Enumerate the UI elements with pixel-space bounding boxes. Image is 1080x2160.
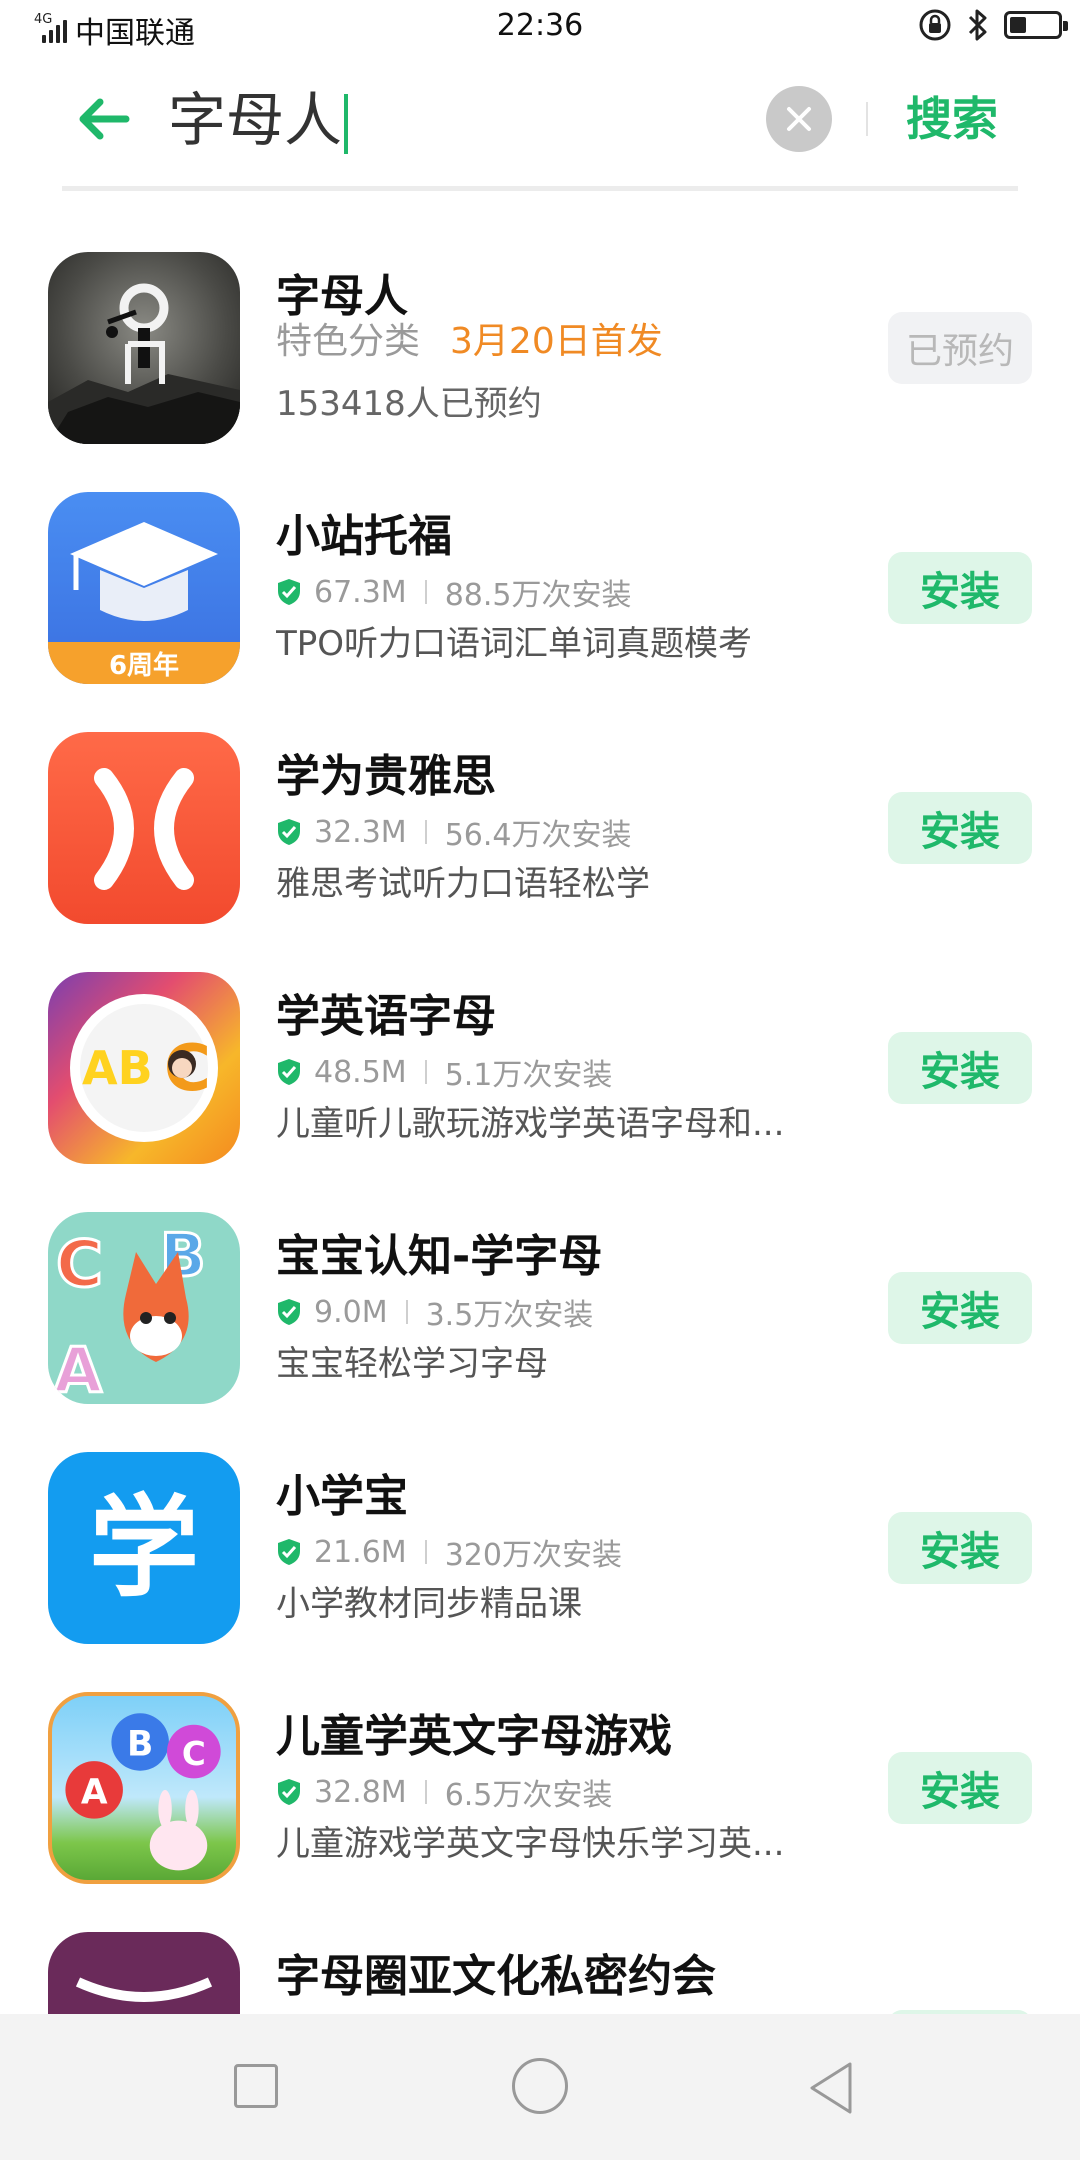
meta-divider xyxy=(424,1780,427,1804)
verified-shield-icon xyxy=(278,1299,300,1325)
app-size: 67.3M xyxy=(314,574,407,610)
app-size: 32.3M xyxy=(314,814,407,850)
close-icon xyxy=(787,107,811,131)
install-count: 56.4万次安装 xyxy=(444,818,632,853)
install-button[interactable]: 安装 xyxy=(888,792,1032,864)
app-description: 雅思考试听力口语轻松学 xyxy=(276,864,650,904)
app-meta: 9.0M 3.5万次安装 xyxy=(276,1290,593,1334)
verified-shield-icon xyxy=(278,579,300,605)
app-description: 小学教材同步精品课 xyxy=(276,1584,582,1624)
app-meta: 48.5M 5.1万次安装 xyxy=(276,1050,612,1094)
app-size: 32.8M xyxy=(314,1774,407,1810)
list-item[interactable]: 学为贵雅思 32.3M 56.4万次安装 雅思考试听力口语轻松学 安装 xyxy=(0,710,1080,950)
app-size: 9.0M xyxy=(314,1294,388,1330)
meta-divider xyxy=(424,1540,427,1564)
app-meta: 特色分类 3月20日首发 xyxy=(276,312,663,364)
install-button[interactable]: 安装 xyxy=(888,552,1032,624)
search-underline xyxy=(62,186,1018,191)
install-count: 88.5万次安装 xyxy=(444,578,632,613)
list-item[interactable]: 字母人 特色分类 3月20日首发 153418人已预约 已预约 xyxy=(0,230,1080,470)
app-name: 儿童学英文字母游戏 xyxy=(276,1711,672,1762)
search-results-list: 字母人 特色分类 3月20日首发 153418人已预约 已预约 6周年 小站托福… xyxy=(0,230,1080,2150)
meta-divider xyxy=(405,1300,408,1324)
search-button[interactable]: 搜索 xyxy=(906,86,998,152)
install-button[interactable]: 安装 xyxy=(888,1752,1032,1824)
app-meta: 21.6M 320万次安装 xyxy=(276,1530,622,1574)
x-logo-icon xyxy=(48,732,240,924)
svg-text:A: A xyxy=(54,1334,102,1404)
search-query: 字母人 xyxy=(168,86,343,154)
app-description: 儿童游戏学英文字母快乐学习英... xyxy=(276,1824,785,1864)
svg-text:AB: AB xyxy=(82,1041,153,1095)
app-size: 21.6M xyxy=(314,1534,407,1570)
abc-circle-icon: AB C xyxy=(48,972,240,1164)
app-name: 学为贵雅思 xyxy=(276,751,496,802)
install-count: 6.5万次安装 xyxy=(444,1778,613,1813)
install-button[interactable]: 安装 xyxy=(888,1272,1032,1344)
launch-date: 3月20日首发 xyxy=(450,321,663,362)
meta-divider xyxy=(424,820,427,844)
status-bar: 4G 中国联通 22:36 xyxy=(0,0,1080,56)
search-input[interactable]: 字母人 xyxy=(168,84,349,156)
back-arrow-icon[interactable] xyxy=(74,94,134,144)
verified-shield-icon xyxy=(278,819,300,845)
divider xyxy=(866,102,868,136)
fox-letters-icon: C B A xyxy=(48,1212,240,1404)
rotation-lock-icon xyxy=(919,9,951,41)
app-size: 48.5M xyxy=(314,1054,407,1090)
app-description: 儿童听儿歌玩游戏学英语字母和... xyxy=(276,1104,785,1144)
navigation-bar xyxy=(0,2014,1080,2160)
graduation-cap-icon: 6周年 xyxy=(48,492,240,684)
meta-divider xyxy=(424,580,427,604)
install-count: 320万次安装 xyxy=(444,1538,622,1573)
reserved-button[interactable]: 已预约 xyxy=(888,312,1032,384)
app-name: 小站托福 xyxy=(276,511,452,562)
battery-icon xyxy=(1004,11,1068,39)
xue-character: 学 xyxy=(89,1484,199,1612)
verified-shield-icon xyxy=(278,1059,300,1085)
app-name: 宝宝认知-学字母 xyxy=(276,1231,603,1282)
xue-character-icon: 学 xyxy=(48,1452,240,1644)
app-meta: 32.3M 56.4万次安装 xyxy=(276,810,631,854)
svg-text:B: B xyxy=(127,1724,153,1764)
svg-text:C: C xyxy=(56,1228,103,1302)
list-item[interactable]: 学 小学宝 21.6M 320万次安装 小学教材同步精品课 安装 xyxy=(0,1430,1080,1670)
list-item[interactable]: C B A 宝宝认知-学字母 9.0M 3.5万次安装 宝宝轻松学习字母 安装 xyxy=(0,1190,1080,1430)
app-meta: 32.8M 6.5万次安装 xyxy=(276,1770,612,1814)
app-description: 宝宝轻松学习字母 xyxy=(276,1344,548,1384)
app-name: 学英语字母 xyxy=(276,991,496,1042)
bluetooth-icon xyxy=(968,9,987,41)
meta-divider xyxy=(424,1060,427,1084)
svg-text:A: A xyxy=(81,1772,108,1812)
balloon-letters-icon: A B C xyxy=(48,1692,240,1884)
app-category: 特色分类 xyxy=(276,321,421,362)
status-right xyxy=(918,8,1068,42)
clear-search-button[interactable] xyxy=(766,86,832,152)
anniversary-badge: 6周年 xyxy=(109,650,179,681)
list-item[interactable]: A B C 儿童学英文字母游戏 32.8M 6.5万次安装 儿童游戏学英文字母快… xyxy=(0,1670,1080,1910)
app-name: 小学宝 xyxy=(276,1471,408,1522)
home-icon[interactable] xyxy=(512,2058,568,2114)
silhouette-game-icon xyxy=(48,252,240,444)
back-triangle-icon[interactable] xyxy=(806,2060,856,2116)
app-meta: 67.3M 88.5万次安装 xyxy=(276,570,631,614)
text-caret xyxy=(344,93,349,154)
list-item[interactable]: 6周年 小站托福 67.3M 88.5万次安装 TPO听力口语词汇单词真题模考 … xyxy=(0,470,1080,710)
recent-apps-icon[interactable] xyxy=(234,2064,278,2108)
install-button[interactable]: 安装 xyxy=(888,1512,1032,1584)
list-item[interactable]: AB C 学英语字母 48.5M 5.1万次安装 儿童听儿歌玩游戏学英语字母和.… xyxy=(0,950,1080,1190)
search-bar: 字母人 搜索 xyxy=(0,56,1080,192)
reserve-count: 153418人已预约 xyxy=(276,384,542,424)
install-count: 5.1万次安装 xyxy=(444,1058,613,1093)
app-description: TPO听力口语词汇单词真题模考 xyxy=(276,624,753,664)
install-count: 3.5万次安装 xyxy=(425,1298,594,1333)
install-button[interactable]: 安装 xyxy=(888,1032,1032,1104)
verified-shield-icon xyxy=(278,1779,300,1805)
app-name: 字母圈亚文化私密约会 xyxy=(276,1951,716,2002)
svg-text:C: C xyxy=(182,1735,206,1773)
verified-shield-icon xyxy=(278,1539,300,1565)
